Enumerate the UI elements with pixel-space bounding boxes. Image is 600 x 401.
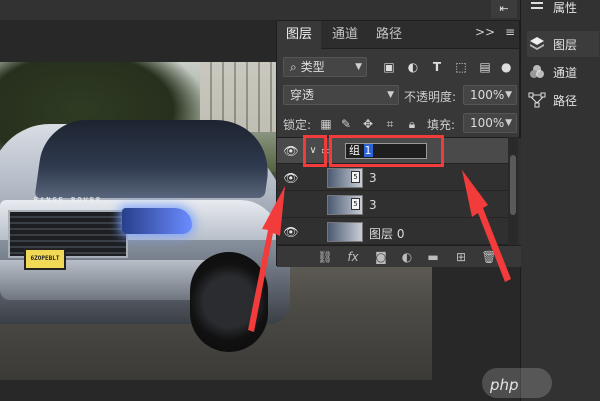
layer-row[interactable]: 👁︎ 5 3 — [277, 165, 509, 191]
dock-item-label: 通道 — [553, 65, 578, 80]
layer-row[interactable]: 👁︎ 图层 0 — [277, 219, 509, 245]
filter-smart-object-icon[interactable]: ▤ — [477, 59, 493, 75]
panel-tabs: 图层 通道 路径 >> ≡ — [277, 21, 519, 49]
link-icon[interactable]: ⛓︎ — [317, 249, 333, 265]
tab-channels[interactable]: 通道 — [323, 21, 367, 49]
dock-item-paths[interactable]: 路径 — [527, 87, 599, 113]
mask-icon[interactable]: ◙ — [373, 249, 389, 265]
opacity-field[interactable]: 100% ▼ — [463, 85, 517, 105]
dock-item-label: 属性 — [553, 0, 578, 15]
dock-item-label: 路径 — [553, 93, 578, 108]
layer-row[interactable]: 5 3 — [277, 192, 509, 218]
chevron-down-icon: ▼ — [505, 90, 512, 100]
chevron-down-icon: ▼ — [355, 62, 362, 72]
photo-license-plate: 6ZOPEBLT — [24, 248, 66, 270]
filter-adjustment-icon[interactable]: ◐ — [405, 59, 421, 75]
collapse-panels-button[interactable]: ⇤ — [491, 0, 517, 18]
scrollbar-thumb[interactable] — [510, 155, 516, 215]
properties-icon — [527, 0, 547, 17]
smart-object-badge: 5 — [351, 198, 360, 210]
fill-label: 填充: — [427, 118, 456, 132]
tab-layers[interactable]: 图层 — [277, 21, 322, 49]
photo-car-windshield — [34, 120, 276, 198]
fx-icon[interactable]: fx — [345, 249, 361, 265]
more-panels-icon[interactable]: >> — [475, 25, 495, 39]
filter-text-icon[interactable]: T — [429, 59, 445, 75]
lock-transparent-icon[interactable]: ▦ — [319, 117, 333, 131]
new-group-icon[interactable]: ▬ — [425, 249, 441, 265]
paths-icon — [527, 90, 547, 110]
smart-object-badge: 5 — [351, 171, 360, 183]
layer-name: 3 — [369, 198, 377, 212]
annotation-box-chevron — [303, 135, 327, 167]
new-layer-icon[interactable]: ⊞ — [453, 249, 469, 265]
chevron-down-icon: ▼ — [387, 90, 394, 100]
blend-row: 穿透 ▼ 不透明度: 100% ▼ — [277, 85, 521, 107]
dock-item-label: 图层 — [553, 37, 578, 52]
opacity-label: 不透明度: — [404, 90, 457, 104]
watermark: php — [490, 376, 519, 394]
layers-icon — [527, 34, 547, 54]
layer-name: 图层 0 — [369, 227, 405, 241]
filter-shape-icon[interactable]: ⬚ — [453, 59, 469, 75]
filter-row: ⌕ 类型 ▼ ▣ ◐ T ⬚ ▤ ● — [277, 57, 521, 79]
layer-list-scrollbar[interactable] — [508, 137, 518, 245]
dock-item-layers[interactable]: 图层 — [527, 31, 599, 57]
lock-label: 锁定: — [283, 118, 312, 132]
photo-car-headlight — [122, 208, 192, 234]
opacity-value: 100% — [470, 88, 505, 102]
layer-name: 3 — [369, 171, 377, 185]
eye-icon[interactable]: 👁︎ — [283, 170, 299, 186]
search-icon: ⌕ — [290, 60, 297, 74]
lock-artboard-icon[interactable]: ⌗ — [383, 117, 397, 131]
eye-icon[interactable]: 👁︎ — [283, 224, 299, 240]
fill-value: 100% — [470, 116, 505, 130]
fill-field[interactable]: 100% ▼ — [463, 113, 517, 133]
adjustment-icon[interactable]: ◐ — [399, 249, 415, 265]
dock-item-properties[interactable]: 属性 — [527, 0, 599, 20]
annotation-box-group-name — [329, 135, 444, 167]
layer-thumbnail — [327, 222, 363, 242]
layers-footer: ⛓︎ fx ◙ ◐ ▬ ⊞ 🗑︎ — [277, 245, 521, 267]
lock-all-icon[interactable]: 🔒︎ — [405, 117, 419, 131]
trash-icon[interactable]: 🗑︎ — [481, 249, 497, 265]
filter-type-dropdown[interactable]: ⌕ 类型 ▼ — [283, 57, 367, 77]
filter-type-value: 类型 — [300, 60, 325, 74]
chevron-down-icon: ▼ — [505, 118, 512, 128]
photo-car-wheel — [190, 252, 268, 352]
lock-position-icon[interactable]: ✥ — [361, 117, 375, 131]
tab-paths[interactable]: 路径 — [367, 21, 411, 49]
blend-mode-value: 穿透 — [290, 88, 315, 102]
panel-menu-icon[interactable]: ≡ — [505, 25, 515, 39]
workspace-topbar — [0, 0, 520, 20]
lock-brush-icon[interactable]: ✎ — [339, 117, 353, 131]
lock-row: 锁定: ▦ ✎ ✥ ⌗ 🔒︎ 填充: 100% ▼ — [277, 113, 521, 135]
filter-pixel-icon[interactable]: ▣ — [381, 59, 397, 75]
channels-icon — [527, 62, 547, 82]
panel-menu[interactable]: >> ≡ — [475, 25, 515, 45]
blend-mode-dropdown[interactable]: 穿透 ▼ — [283, 85, 399, 105]
eye-icon[interactable]: 👁︎ — [283, 143, 299, 159]
photo-brand-text: RANGE ROVER — [33, 196, 103, 204]
filter-toggle-icon[interactable]: ● — [501, 59, 511, 75]
dock-item-channels[interactable]: 通道 — [527, 59, 599, 85]
right-dock: 属性 图层 通道 路径 — [520, 0, 600, 401]
